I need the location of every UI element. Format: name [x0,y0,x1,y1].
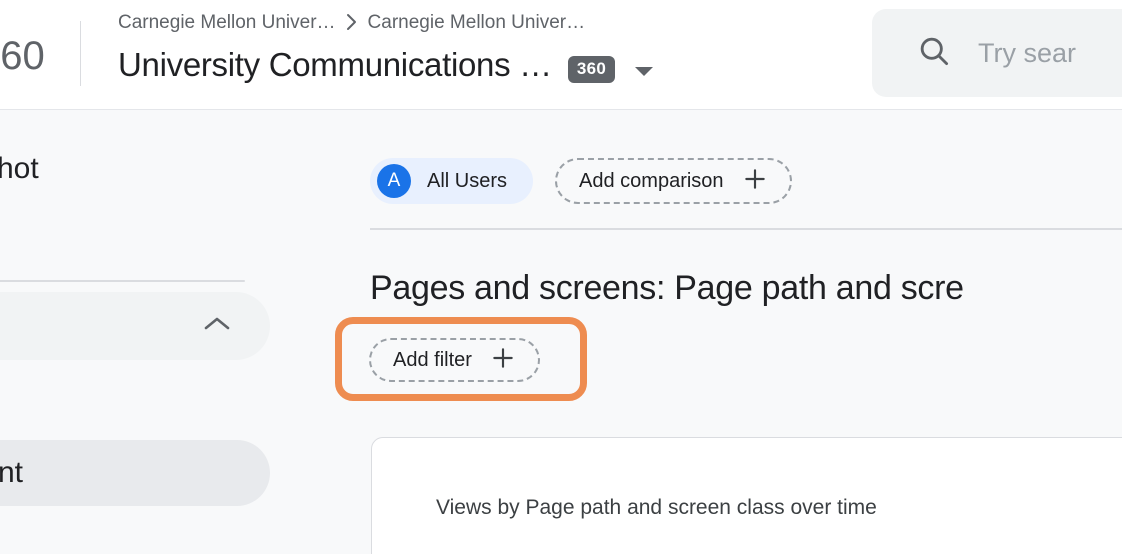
comparison-chip-label: All Users [427,169,508,192]
comparison-chip-all-users[interactable]: A All Users [370,158,534,204]
sidebar-group-header[interactable] [0,292,270,360]
add-filter-button[interactable]: Add filter [369,338,540,382]
breadcrumb: Carnegie Mellon Univer… Carnegie Mellon … [118,10,858,36]
chevron-down-icon[interactable] [635,66,654,76]
main-content: A All Users Add comparison Pages and scr… [300,110,1122,554]
search-input[interactable]: Try sear [872,9,1122,97]
page-title: University Communications … [118,46,552,83]
avatar: A [377,164,411,198]
search-placeholder: Try sear [978,37,1077,68]
sidebar-item-snapshot[interactable]: shot [0,152,39,186]
content-divider [370,228,1122,230]
add-comparison-button[interactable]: Add comparison [555,158,792,204]
chevron-right-icon [345,13,359,31]
report-title: Pages and screens: Page path and scre [370,269,964,307]
plus-icon [490,345,516,376]
breadcrumb-account[interactable]: Carnegie Mellon Univer… [118,12,336,34]
product-logo-360[interactable]: 360 [0,36,45,76]
top-header-bar: 360 Carnegie Mellon Univer… Carnegie Mel… [0,0,1122,110]
sidebar-item-selected[interactable]: nt [0,440,270,506]
analytics-report-page: 360 Carnegie Mellon Univer… Carnegie Mel… [0,0,1122,554]
sidebar-divider [0,280,245,282]
comparison-bar: A All Users Add comparison [370,158,792,204]
add-comparison-label: Add comparison [579,169,724,192]
breadcrumb-property[interactable]: Carnegie Mellon Univer… [368,12,586,34]
plus-icon [742,166,768,197]
status-badge-360: 360 [567,55,616,83]
sidebar-item-label: nt [0,456,24,489]
search-icon [916,33,952,74]
add-filter-label: Add filter [393,348,472,371]
chevron-up-icon [202,315,232,338]
chart-card: Views by Page path and screen class over… [371,437,1122,554]
header-title-block: Carnegie Mellon Univer… Carnegie Mellon … [118,10,858,87]
chart-card-title: Views by Page path and screen class over… [436,496,877,519]
left-navigation: shot nt y [0,110,300,554]
property-title-row: University Communications … 360 [118,43,858,87]
header-vertical-divider [80,21,81,86]
